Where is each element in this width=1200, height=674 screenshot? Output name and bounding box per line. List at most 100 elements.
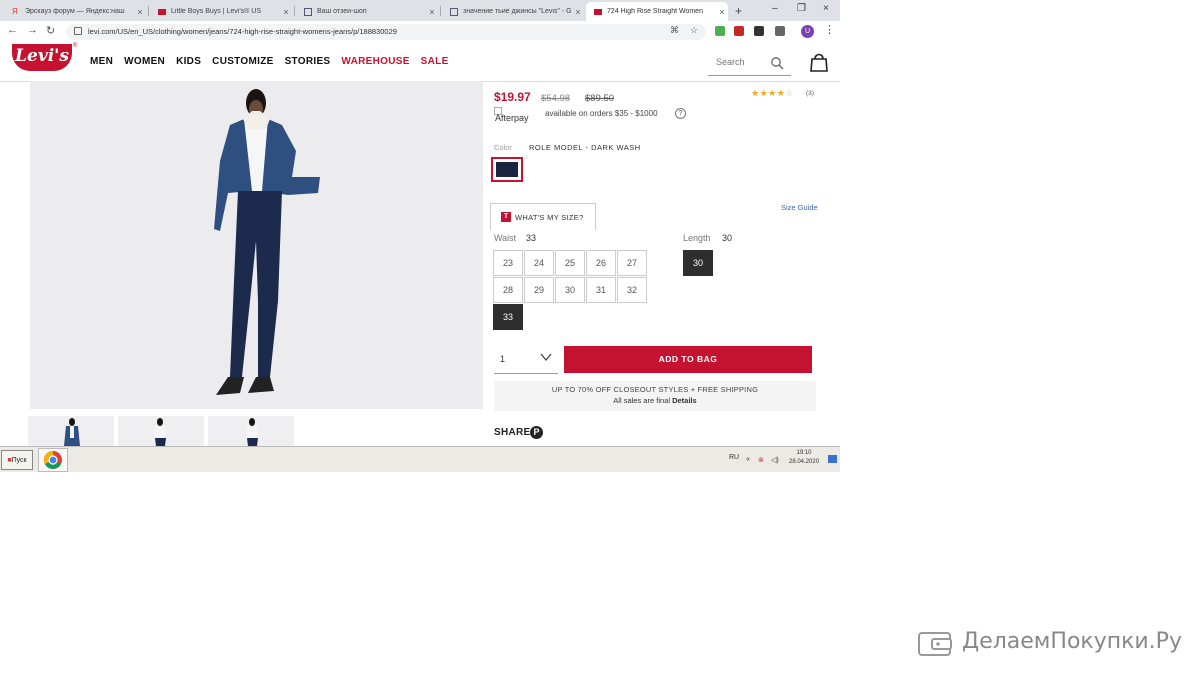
tab-title: Ваш отзеи-шоп [317, 8, 367, 15]
profile-avatar[interactable]: U [801, 25, 814, 38]
levis-favicon-icon [158, 8, 166, 15]
waist-size-option[interactable]: 24 [524, 250, 554, 276]
clock[interactable]: 19:10 28.04.2020 [789, 449, 819, 467]
details-link[interactable]: Details [672, 396, 697, 405]
browser-tab[interactable]: Я Эрскауз форум — Яндекс:наш × [4, 2, 146, 21]
star-icon: ★ [768, 88, 777, 98]
reload-icon[interactable]: ↻ [46, 24, 55, 37]
promo-banner: UP TO 70% OFF CLOSEOUT STYLES + FREE SHI… [494, 381, 816, 411]
close-icon[interactable]: × [134, 7, 146, 17]
waist-size-option[interactable]: 27 [617, 250, 647, 276]
browser-tab-active[interactable]: 724 High Rise Straight Women × [586, 2, 728, 21]
yandex-icon: Я [12, 7, 18, 16]
language-indicator[interactable]: RU [729, 454, 739, 461]
close-window-icon[interactable]: × [823, 3, 829, 14]
search-box [708, 51, 791, 76]
new-tab-button[interactable]: + [735, 4, 742, 18]
promo-line: UP TO 70% OFF CLOSEOUT STYLES + FREE SHI… [551, 385, 759, 394]
size-guide-link[interactable]: Size Guide [781, 203, 818, 212]
maximize-icon[interactable]: ❐ [797, 3, 806, 14]
pinterest-icon[interactable]: P [530, 426, 543, 439]
waist-size-option[interactable]: 29 [524, 277, 554, 303]
browser-tab[interactable]: Ваш отзеи-шоп × [296, 2, 438, 21]
bookmark-star-icon[interactable]: ☆ [690, 25, 698, 36]
review-count[interactable]: (3) [806, 90, 814, 97]
waist-size-option[interactable]: 25 [555, 250, 585, 276]
minimize-icon[interactable]: – [772, 3, 778, 14]
browser-tab[interactable]: значение тьие джинсы "Levis" - G × [442, 2, 584, 21]
browser-tab[interactable]: Little Boys Buys | Levi's® US × [150, 2, 292, 21]
nav-customize[interactable]: CUSTOMIZE [212, 56, 273, 67]
tab-title: 724 High Rise Straight Women [607, 8, 703, 15]
sale-price: $19.97 [494, 90, 531, 104]
close-icon[interactable]: × [716, 7, 728, 17]
close-icon[interactable]: × [572, 7, 584, 17]
chrome-taskbar-button[interactable] [38, 448, 68, 472]
waist-size-option[interactable]: 23 [493, 250, 523, 276]
browser-menu-icon[interactable]: ⋮ [824, 23, 835, 36]
quantity-select[interactable]: 1 [494, 346, 558, 374]
length-size-option[interactable]: 30 [683, 250, 713, 276]
translate-icon[interactable]: ⌘ [670, 25, 679, 36]
address-toolbar: ← → ↻ levi.com/US/en_US/clothing/women/j… [0, 21, 840, 44]
extension-icon[interactable] [734, 26, 744, 36]
os-taskbar: ■Пуск RU « ⊗ ◁) 19:10 28.04.2020 [0, 446, 840, 472]
close-icon[interactable]: × [280, 7, 292, 17]
original-price: $54.98 [541, 93, 571, 104]
nav-stories[interactable]: STORIES [285, 56, 331, 67]
color-swatch[interactable] [491, 157, 523, 182]
levis-logo[interactable]: Levi's [12, 44, 72, 71]
info-icon[interactable]: ? [675, 108, 686, 119]
thumbnail[interactable] [28, 416, 114, 446]
waist-size-option[interactable]: 33 [493, 304, 523, 330]
whats-my-size-tab[interactable]: T WHAT'S MY SIZE? [490, 203, 596, 230]
extension-icon[interactable] [715, 26, 725, 36]
thumbnail[interactable] [118, 416, 204, 446]
nav-men[interactable]: MEN [90, 56, 113, 67]
waist-selected-value: 33 [526, 233, 537, 243]
whats-my-size-label: WHAT'S MY SIZE? [515, 213, 584, 222]
waist-size-option[interactable]: 28 [493, 277, 523, 303]
forward-icon[interactable]: → [27, 24, 38, 36]
close-icon[interactable]: × [426, 7, 438, 17]
extension-icon[interactable] [775, 26, 785, 36]
nav-sale[interactable]: SALE [421, 56, 449, 67]
browser-tab-bar: Я Эрскауз форум — Яндекс:наш × Little Bo… [0, 0, 840, 21]
start-button[interactable]: ■Пуск [1, 450, 33, 470]
volume-icon[interactable]: ◁) [771, 456, 779, 464]
truefit-icon: T [501, 212, 511, 222]
wallet-icon [918, 632, 952, 656]
nav-women[interactable]: WOMEN [124, 56, 165, 67]
thumbnail[interactable] [208, 416, 294, 446]
promo-line: All sales are final Details [613, 396, 697, 405]
site-header: Levi's ® MEN WOMEN KIDS CUSTOMIZE STORIE… [0, 43, 840, 82]
product-image[interactable] [30, 81, 483, 409]
quantity-value: 1 [500, 354, 506, 364]
extension-icon[interactable] [754, 26, 764, 36]
search-icon[interactable] [770, 56, 784, 70]
shopping-bag-icon[interactable] [809, 51, 829, 73]
color-value: ROLE MODEL - DARK WASH [529, 143, 641, 152]
star-icon: ★ [759, 88, 769, 98]
search-input[interactable] [714, 56, 773, 68]
rating-stars[interactable]: ★★★★☆ [751, 88, 794, 99]
chrome-icon [44, 451, 62, 469]
site-favicon-icon [304, 7, 312, 16]
star-icon: ★ [751, 88, 760, 98]
waist-size-option[interactable]: 26 [586, 250, 616, 276]
waist-size-option[interactable]: 31 [586, 277, 616, 303]
registered-mark: ® [73, 43, 78, 49]
address-bar[interactable]: levi.com/US/en_US/clothing/women/jeans/7… [66, 24, 706, 40]
antivirus-icon[interactable]: ⊗ [758, 456, 764, 464]
swatch-fill [496, 162, 518, 177]
tray-arrow-icon[interactable]: « [746, 456, 750, 463]
waist-size-option[interactable]: 32 [617, 277, 647, 303]
add-to-bag-button[interactable]: ADD TO BAG [564, 346, 812, 373]
waist-size-option[interactable]: 30 [555, 277, 585, 303]
back-icon[interactable]: ← [7, 24, 18, 36]
original-price: $89.50 [585, 93, 615, 104]
nav-warehouse[interactable]: WAREHOUSE [341, 56, 409, 67]
main-nav: MEN WOMEN KIDS CUSTOMIZE STORIES WAREHOU… [90, 56, 449, 67]
show-desktop-icon[interactable] [828, 455, 837, 463]
nav-kids[interactable]: KIDS [176, 56, 201, 67]
